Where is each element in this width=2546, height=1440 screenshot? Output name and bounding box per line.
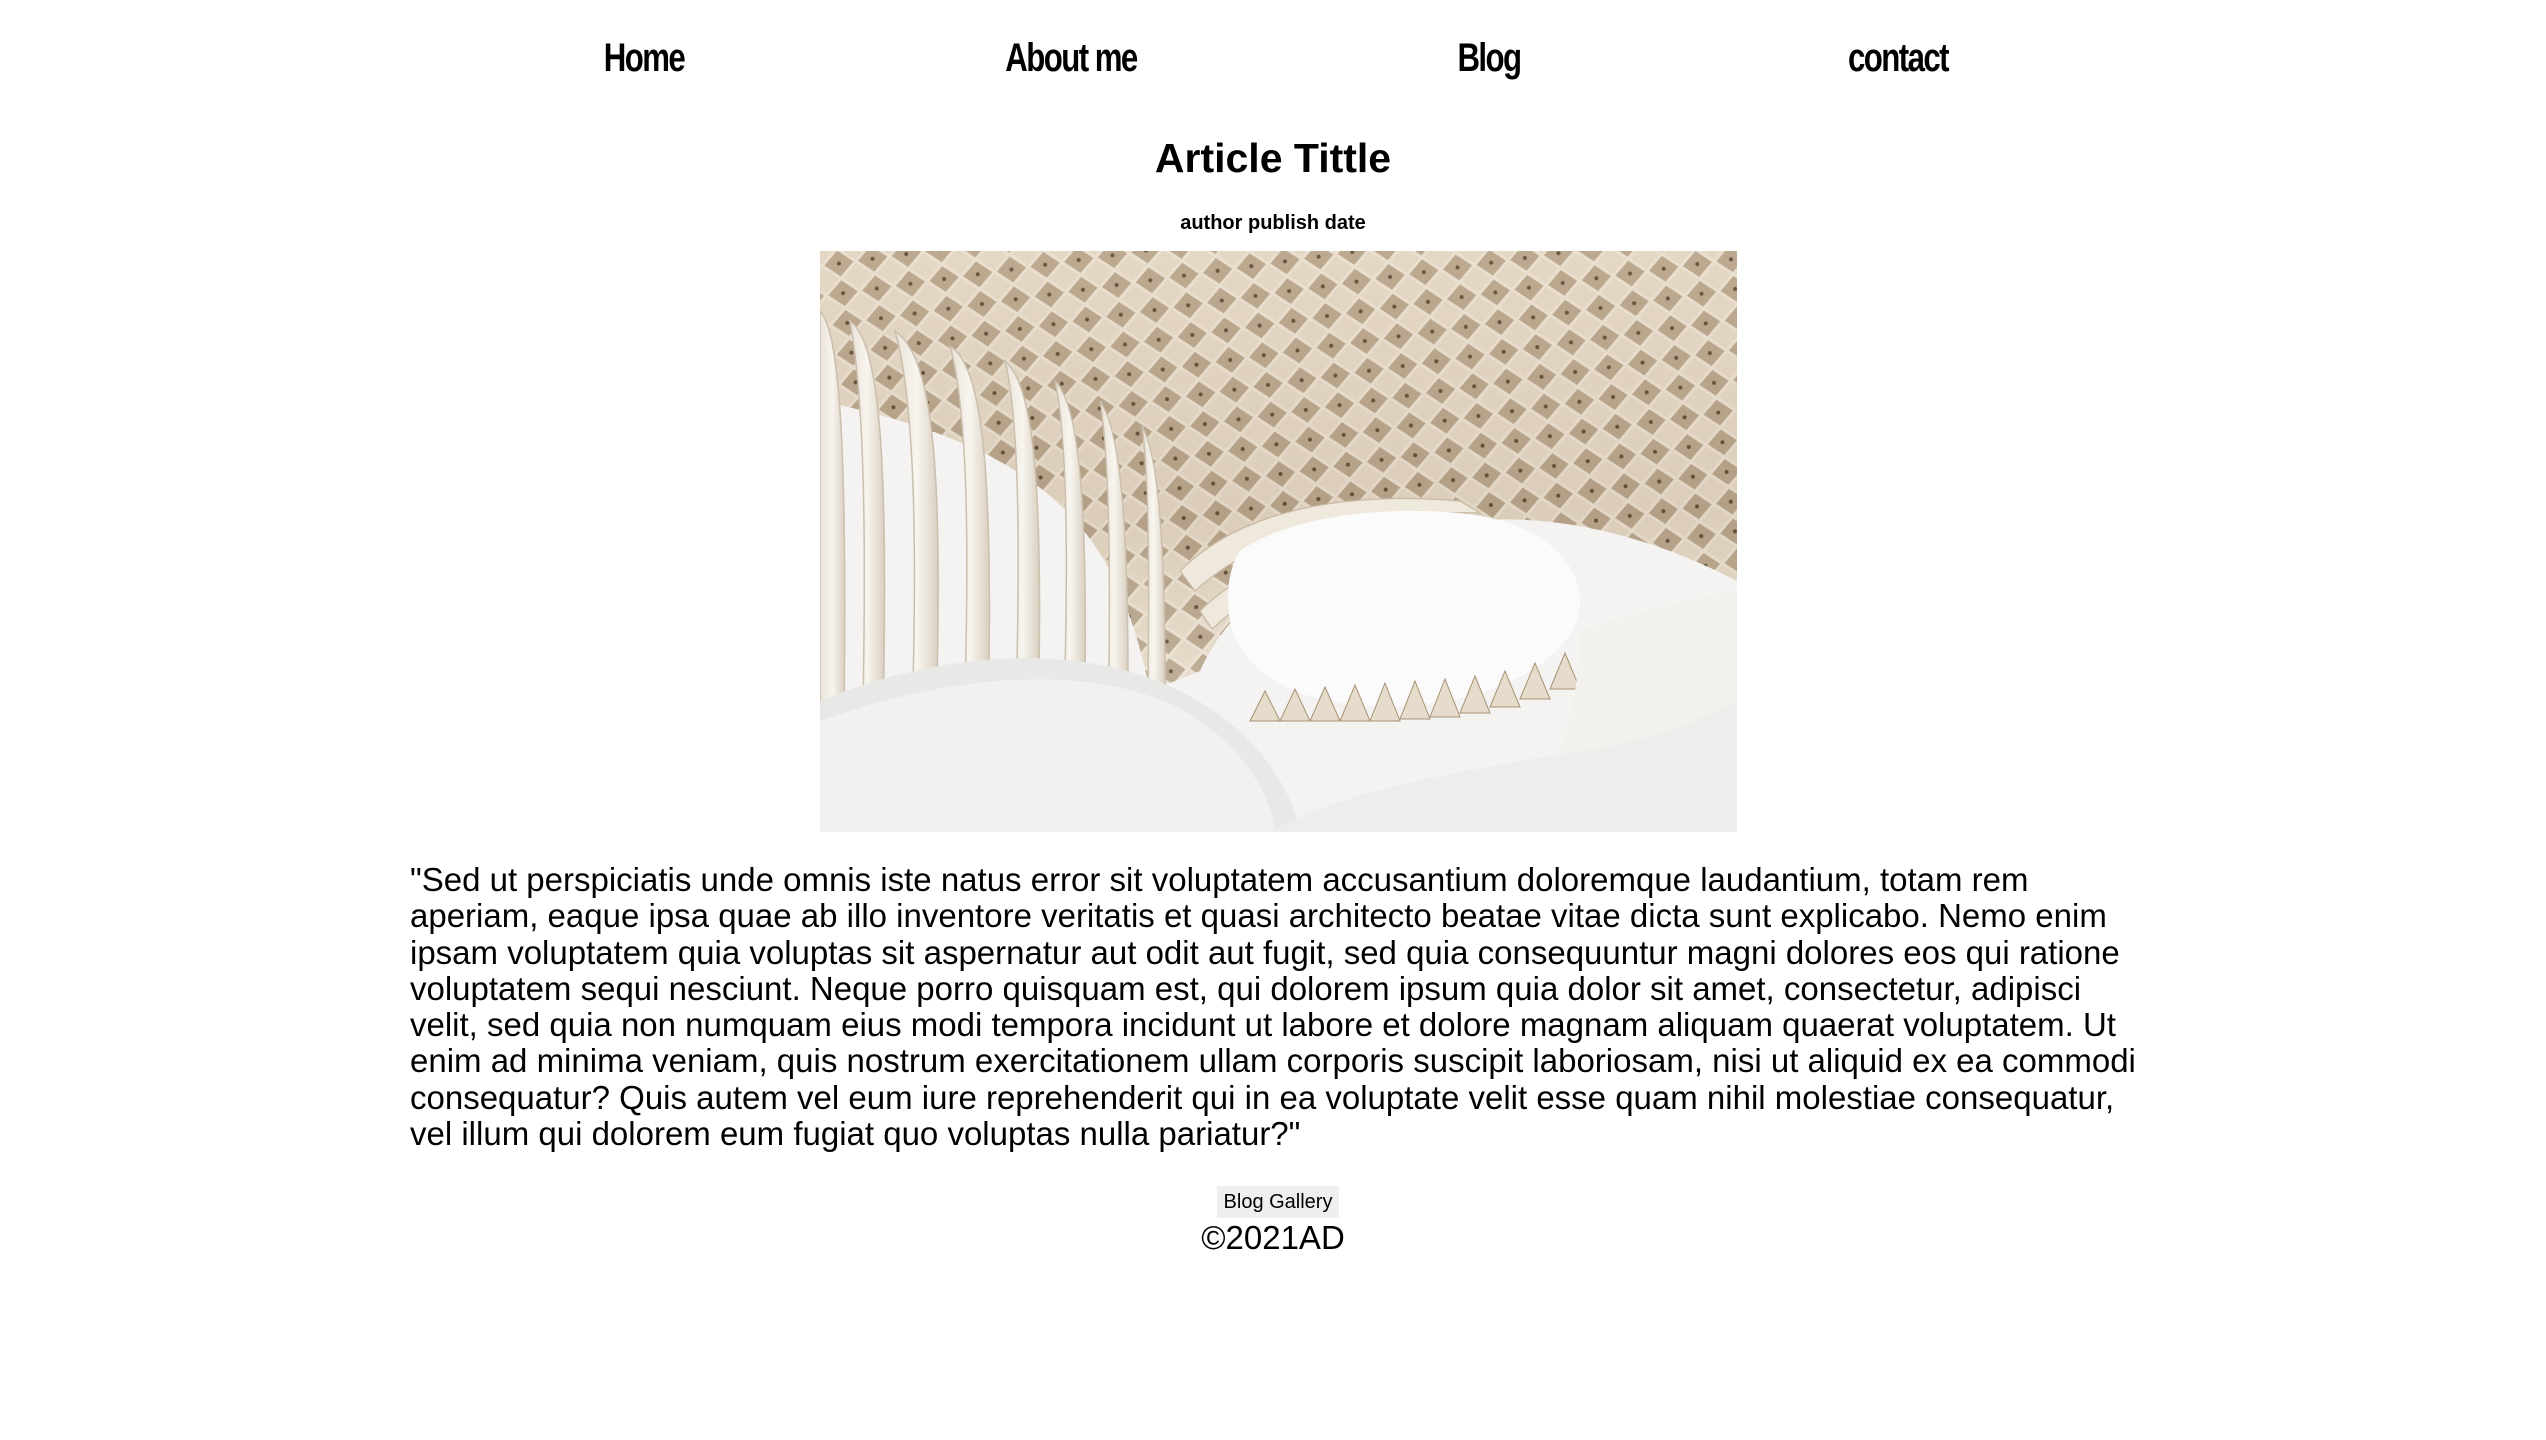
main-nav: Home About me Blog contact [0, 36, 2546, 96]
nav-link-blog[interactable]: Blog [1449, 36, 1530, 81]
page: Home About me Blog contact Article Tittl… [0, 0, 2546, 1440]
copyright-text: ©2021AD [1201, 1219, 1345, 1256]
nav-link-label: Home [603, 36, 686, 80]
article-body: "Sed ut perspiciatis unde omnis iste nat… [410, 861, 2136, 1153]
article-hero-image [820, 251, 1737, 832]
nav-link-label: About me [1005, 36, 1138, 80]
nav-link-contact[interactable]: contact [1834, 36, 1962, 81]
nav-link-label: Blog [1457, 36, 1522, 80]
nav-link-label: contact [1847, 36, 1950, 80]
nav-link-home[interactable]: Home [592, 36, 695, 81]
article-title: Article Tittle [1154, 135, 1392, 181]
blog-gallery-button[interactable]: Blog Gallery [1217, 1186, 1339, 1218]
nav-link-about-me[interactable]: About me [987, 36, 1155, 81]
article-meta: author publish date [1180, 212, 1366, 234]
